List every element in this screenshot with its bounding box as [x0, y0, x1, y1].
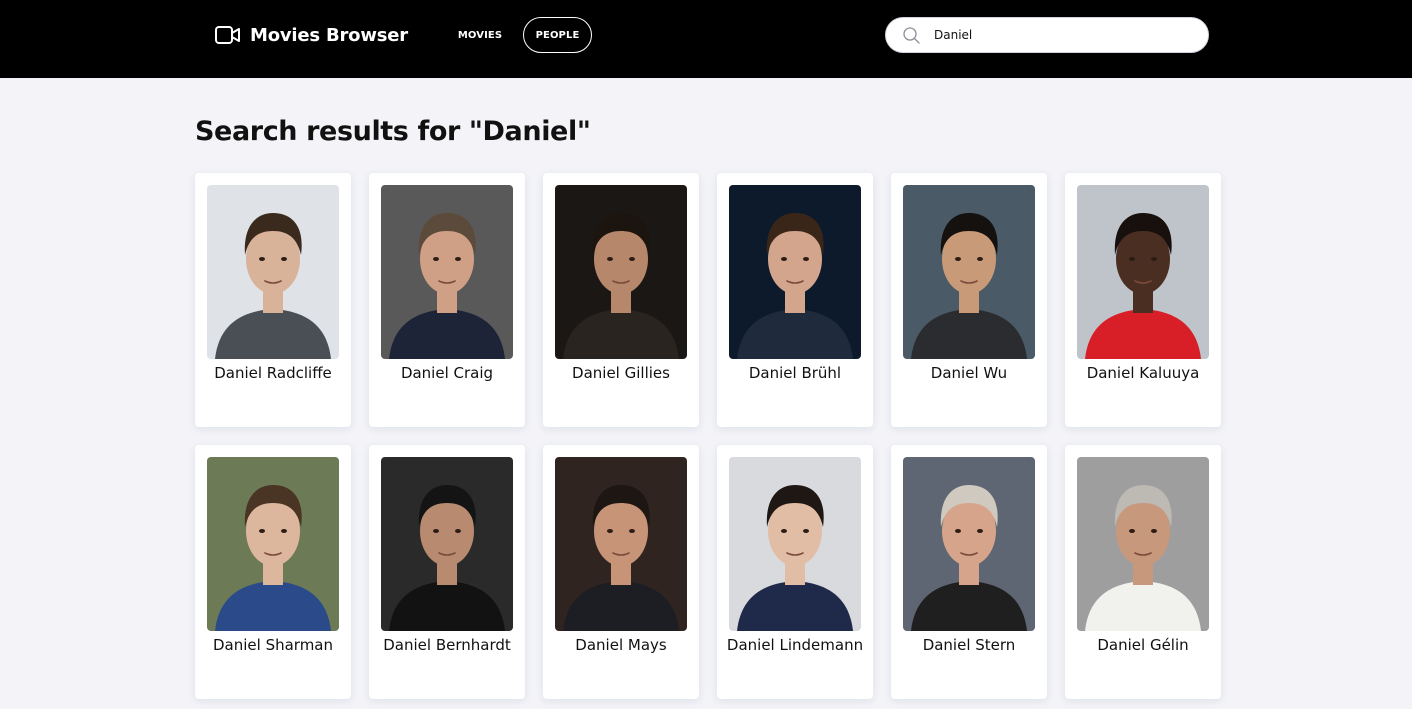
- person-card[interactable]: Daniel Gillies: [543, 173, 699, 427]
- person-photo: [1077, 185, 1209, 359]
- person-photo: [729, 185, 861, 359]
- person-photo: [207, 457, 339, 631]
- video-camera-icon: [215, 26, 240, 44]
- person-photo: [381, 457, 513, 631]
- portrait-image: [381, 185, 513, 359]
- people-results-grid: Daniel Radcliffe Daniel Craig Daniel Gilli…: [195, 173, 1221, 699]
- person-name: Daniel Bernhardt: [383, 636, 511, 654]
- nav-people-button[interactable]: PEOPLE: [523, 17, 592, 53]
- person-photo: [381, 185, 513, 359]
- page-title: Search results for "Daniel": [195, 116, 591, 147]
- person-card[interactable]: Daniel Lindemann: [717, 445, 873, 699]
- person-name: Daniel Brühl: [748, 364, 842, 382]
- person-photo: [903, 457, 1035, 631]
- portrait-image: [903, 185, 1035, 359]
- person-photo: [555, 457, 687, 631]
- person-card[interactable]: Daniel Radcliffe: [195, 173, 351, 427]
- person-card[interactable]: Daniel Brühl: [717, 173, 873, 427]
- person-card[interactable]: Daniel Sharman: [195, 445, 351, 699]
- nav-movies-button[interactable]: MOVIES: [448, 17, 512, 53]
- person-card[interactable]: Daniel Craig: [369, 173, 525, 427]
- portrait-image: [903, 457, 1035, 631]
- person-name: Daniel Craig: [400, 364, 494, 382]
- portrait-image: [555, 185, 687, 359]
- person-card[interactable]: Daniel Kaluuya: [1065, 173, 1221, 427]
- person-name: Daniel Gélin: [1097, 636, 1189, 654]
- portrait-image: [555, 457, 687, 631]
- person-card[interactable]: Daniel Mays: [543, 445, 699, 699]
- top-navigation-bar: Movies Browser MOVIES PEOPLE: [0, 0, 1412, 78]
- person-card[interactable]: Daniel Bernhardt: [369, 445, 525, 699]
- person-name: Daniel Kaluuya: [1086, 364, 1200, 382]
- search-bar[interactable]: [885, 17, 1209, 53]
- person-card[interactable]: Daniel Wu: [891, 173, 1047, 427]
- person-name: Daniel Gillies: [572, 364, 670, 382]
- portrait-image: [381, 457, 513, 631]
- person-photo: [1077, 457, 1209, 631]
- brand-logo-link[interactable]: Movies Browser: [215, 22, 408, 48]
- portrait-image: [729, 185, 861, 359]
- person-photo: [729, 457, 861, 631]
- person-card[interactable]: Daniel Gélin: [1065, 445, 1221, 699]
- person-card[interactable]: Daniel Stern: [891, 445, 1047, 699]
- portrait-image: [207, 457, 339, 631]
- person-name: Daniel Mays: [575, 636, 667, 654]
- portrait-image: [207, 185, 339, 359]
- portrait-image: [1077, 457, 1209, 631]
- brand-title: Movies Browser: [250, 24, 408, 46]
- search-input[interactable]: [934, 25, 1194, 45]
- portrait-image: [1077, 185, 1209, 359]
- person-name: Daniel Sharman: [212, 636, 333, 654]
- search-icon: [903, 27, 920, 44]
- person-name: Daniel Radcliffe: [214, 364, 332, 382]
- portrait-image: [729, 457, 861, 631]
- person-name: Daniel Stern: [922, 636, 1016, 654]
- person-name: Daniel Lindemann: [726, 636, 864, 654]
- person-photo: [555, 185, 687, 359]
- person-photo: [207, 185, 339, 359]
- person-name: Daniel Wu: [930, 364, 1008, 382]
- person-photo: [903, 185, 1035, 359]
